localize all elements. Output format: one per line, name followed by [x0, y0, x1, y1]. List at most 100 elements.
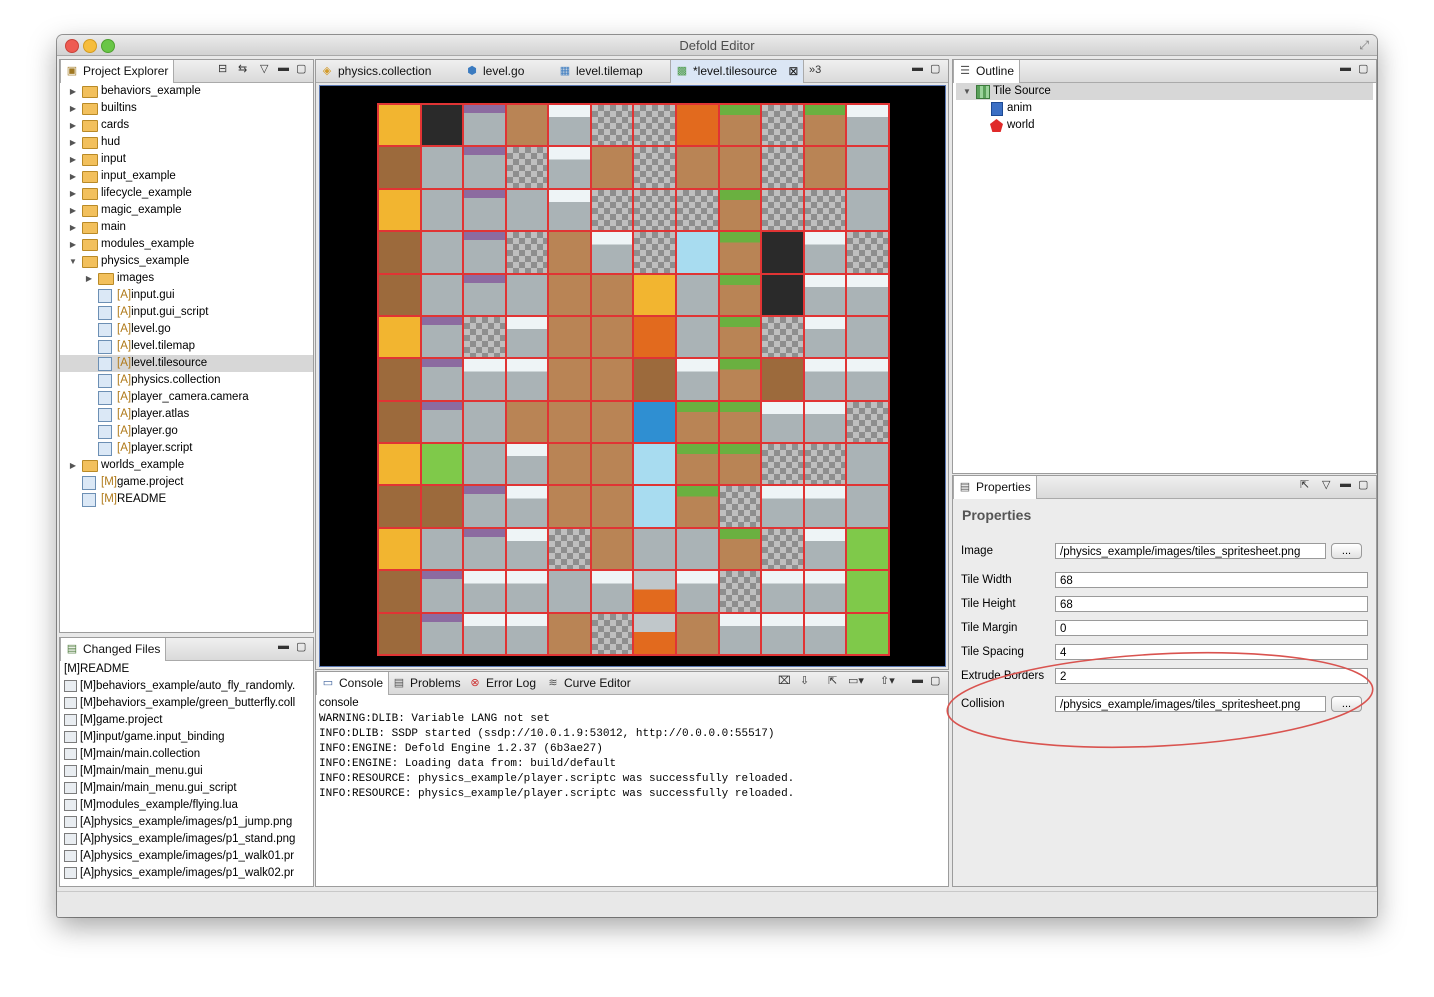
- tile[interactable]: [590, 104, 634, 147]
- expand-arrow-icon[interactable]: ▶: [84, 270, 94, 287]
- tile[interactable]: [463, 315, 506, 359]
- tile[interactable]: [846, 570, 889, 613]
- tile[interactable]: [590, 612, 634, 655]
- tree-item[interactable]: [A]player_camera.camera: [60, 389, 313, 406]
- tile[interactable]: [803, 612, 847, 655]
- tile[interactable]: [846, 443, 889, 486]
- tile[interactable]: [548, 188, 591, 232]
- tile[interactable]: [505, 570, 549, 613]
- expand-arrow-icon[interactable]: ▶: [68, 202, 78, 219]
- view-menu-icon[interactable]: ▽: [1322, 478, 1330, 491]
- expand-arrow-icon[interactable]: ▼: [962, 83, 972, 100]
- property-field[interactable]: 2: [1055, 668, 1368, 684]
- tab-console[interactable]: ▭ Console: [316, 672, 390, 695]
- tile[interactable]: [846, 358, 889, 401]
- tab-project-explorer[interactable]: ▣ Project Explorer: [60, 60, 175, 83]
- tile[interactable]: [846, 188, 889, 232]
- tile[interactable]: [463, 231, 506, 274]
- tree-item[interactable]: [M]README: [60, 491, 313, 508]
- tile[interactable]: [463, 570, 506, 613]
- tile[interactable]: [590, 146, 634, 189]
- tile[interactable]: [761, 315, 804, 359]
- tile[interactable]: [803, 358, 847, 401]
- tile[interactable]: [761, 188, 804, 232]
- tree-item[interactable]: [A]input.gui: [60, 287, 313, 304]
- view-menu-icon[interactable]: ▽: [260, 62, 268, 75]
- tree-item[interactable]: ▶ input_example: [60, 168, 313, 185]
- tile[interactable]: [548, 612, 591, 655]
- tile[interactable]: [718, 527, 762, 571]
- tile[interactable]: [633, 315, 677, 359]
- tile[interactable]: [676, 485, 719, 528]
- tile[interactable]: [676, 358, 719, 401]
- tile[interactable]: [420, 188, 464, 232]
- tile[interactable]: [420, 104, 464, 147]
- maximize-icon[interactable]: ▢: [1358, 62, 1368, 75]
- tile[interactable]: [676, 315, 719, 359]
- tile[interactable]: [718, 315, 762, 359]
- tile[interactable]: [420, 485, 464, 528]
- tile[interactable]: [505, 231, 549, 274]
- tab-curve-editor[interactable]: ≋ Curve Editor: [542, 672, 636, 694]
- expand-arrow-icon[interactable]: ▶: [68, 219, 78, 236]
- tile[interactable]: [548, 358, 591, 401]
- tile[interactable]: [590, 315, 634, 359]
- tile[interactable]: [718, 273, 762, 316]
- tile[interactable]: [761, 146, 804, 189]
- tile[interactable]: [718, 612, 762, 655]
- tab-level-tilesource[interactable]: ▩ *level.tilesource ⊠: [670, 60, 805, 83]
- tab-level-tilemap[interactable]: ▦ level.tilemap: [554, 60, 648, 82]
- tile[interactable]: [378, 315, 421, 359]
- tile[interactable]: [676, 104, 719, 147]
- tile[interactable]: [803, 104, 847, 147]
- tile[interactable]: [463, 188, 506, 232]
- tile[interactable]: [378, 527, 421, 571]
- tab-outline[interactable]: ☰ Outline: [953, 60, 1021, 83]
- console-output[interactable]: console WARNING:DLIB: Variable LANG not …: [316, 695, 948, 886]
- property-field[interactable]: 0: [1055, 620, 1368, 636]
- tile[interactable]: [803, 570, 847, 613]
- tile[interactable]: [420, 400, 464, 444]
- tile[interactable]: [590, 485, 634, 528]
- changed-file-item[interactable]: [A]physics_example/images/p1_walk02.pr: [64, 865, 294, 882]
- tile[interactable]: [761, 104, 804, 147]
- tile[interactable]: [590, 273, 634, 316]
- tile[interactable]: [505, 612, 549, 655]
- tile[interactable]: [548, 400, 591, 444]
- tile[interactable]: [761, 485, 804, 528]
- changed-file-item[interactable]: [A]physics_example/images/p1_jump.png: [64, 814, 292, 831]
- tile[interactable]: [718, 570, 762, 613]
- collapse-all-icon[interactable]: ⊟: [218, 62, 227, 75]
- tile[interactable]: [633, 188, 677, 232]
- fullscreen-icon[interactable]: ⤢: [1359, 38, 1369, 53]
- tile[interactable]: [505, 400, 549, 444]
- browse-button[interactable]: ...: [1331, 696, 1362, 712]
- tab-changed-files[interactable]: ▤ Changed Files: [60, 638, 167, 661]
- tile[interactable]: [420, 443, 464, 486]
- tile[interactable]: [803, 443, 847, 486]
- tile[interactable]: [803, 527, 847, 571]
- tree-item[interactable]: ▼ physics_example: [60, 253, 313, 270]
- tile[interactable]: [378, 612, 421, 655]
- close-tab-icon[interactable]: ⊠: [788, 64, 798, 78]
- tile[interactable]: [676, 527, 719, 571]
- changed-file-item[interactable]: [M]modules_example/flying.lua: [64, 797, 238, 814]
- outline-item-anim[interactable]: anim: [953, 100, 1376, 117]
- minimize-icon[interactable]: ▬: [278, 62, 289, 74]
- tile[interactable]: [676, 273, 719, 316]
- tile[interactable]: [420, 527, 464, 571]
- minimize-icon[interactable]: ▬: [1340, 478, 1351, 490]
- tree-item[interactable]: ▶ images: [60, 270, 313, 287]
- maximize-icon[interactable]: ▢: [296, 640, 306, 653]
- tile[interactable]: [633, 612, 677, 655]
- tile[interactable]: [761, 231, 804, 274]
- outline-item-world[interactable]: world: [953, 117, 1376, 134]
- tile[interactable]: [463, 273, 506, 316]
- expand-arrow-icon[interactable]: ▶: [68, 151, 78, 168]
- tile[interactable]: [718, 188, 762, 232]
- outline-root[interactable]: ▼ Tile Source: [956, 83, 1373, 100]
- tile[interactable]: [548, 485, 591, 528]
- tab-physics-collection[interactable]: ◈ physics.collection: [316, 60, 436, 82]
- tile[interactable]: [676, 400, 719, 444]
- tile[interactable]: [505, 527, 549, 571]
